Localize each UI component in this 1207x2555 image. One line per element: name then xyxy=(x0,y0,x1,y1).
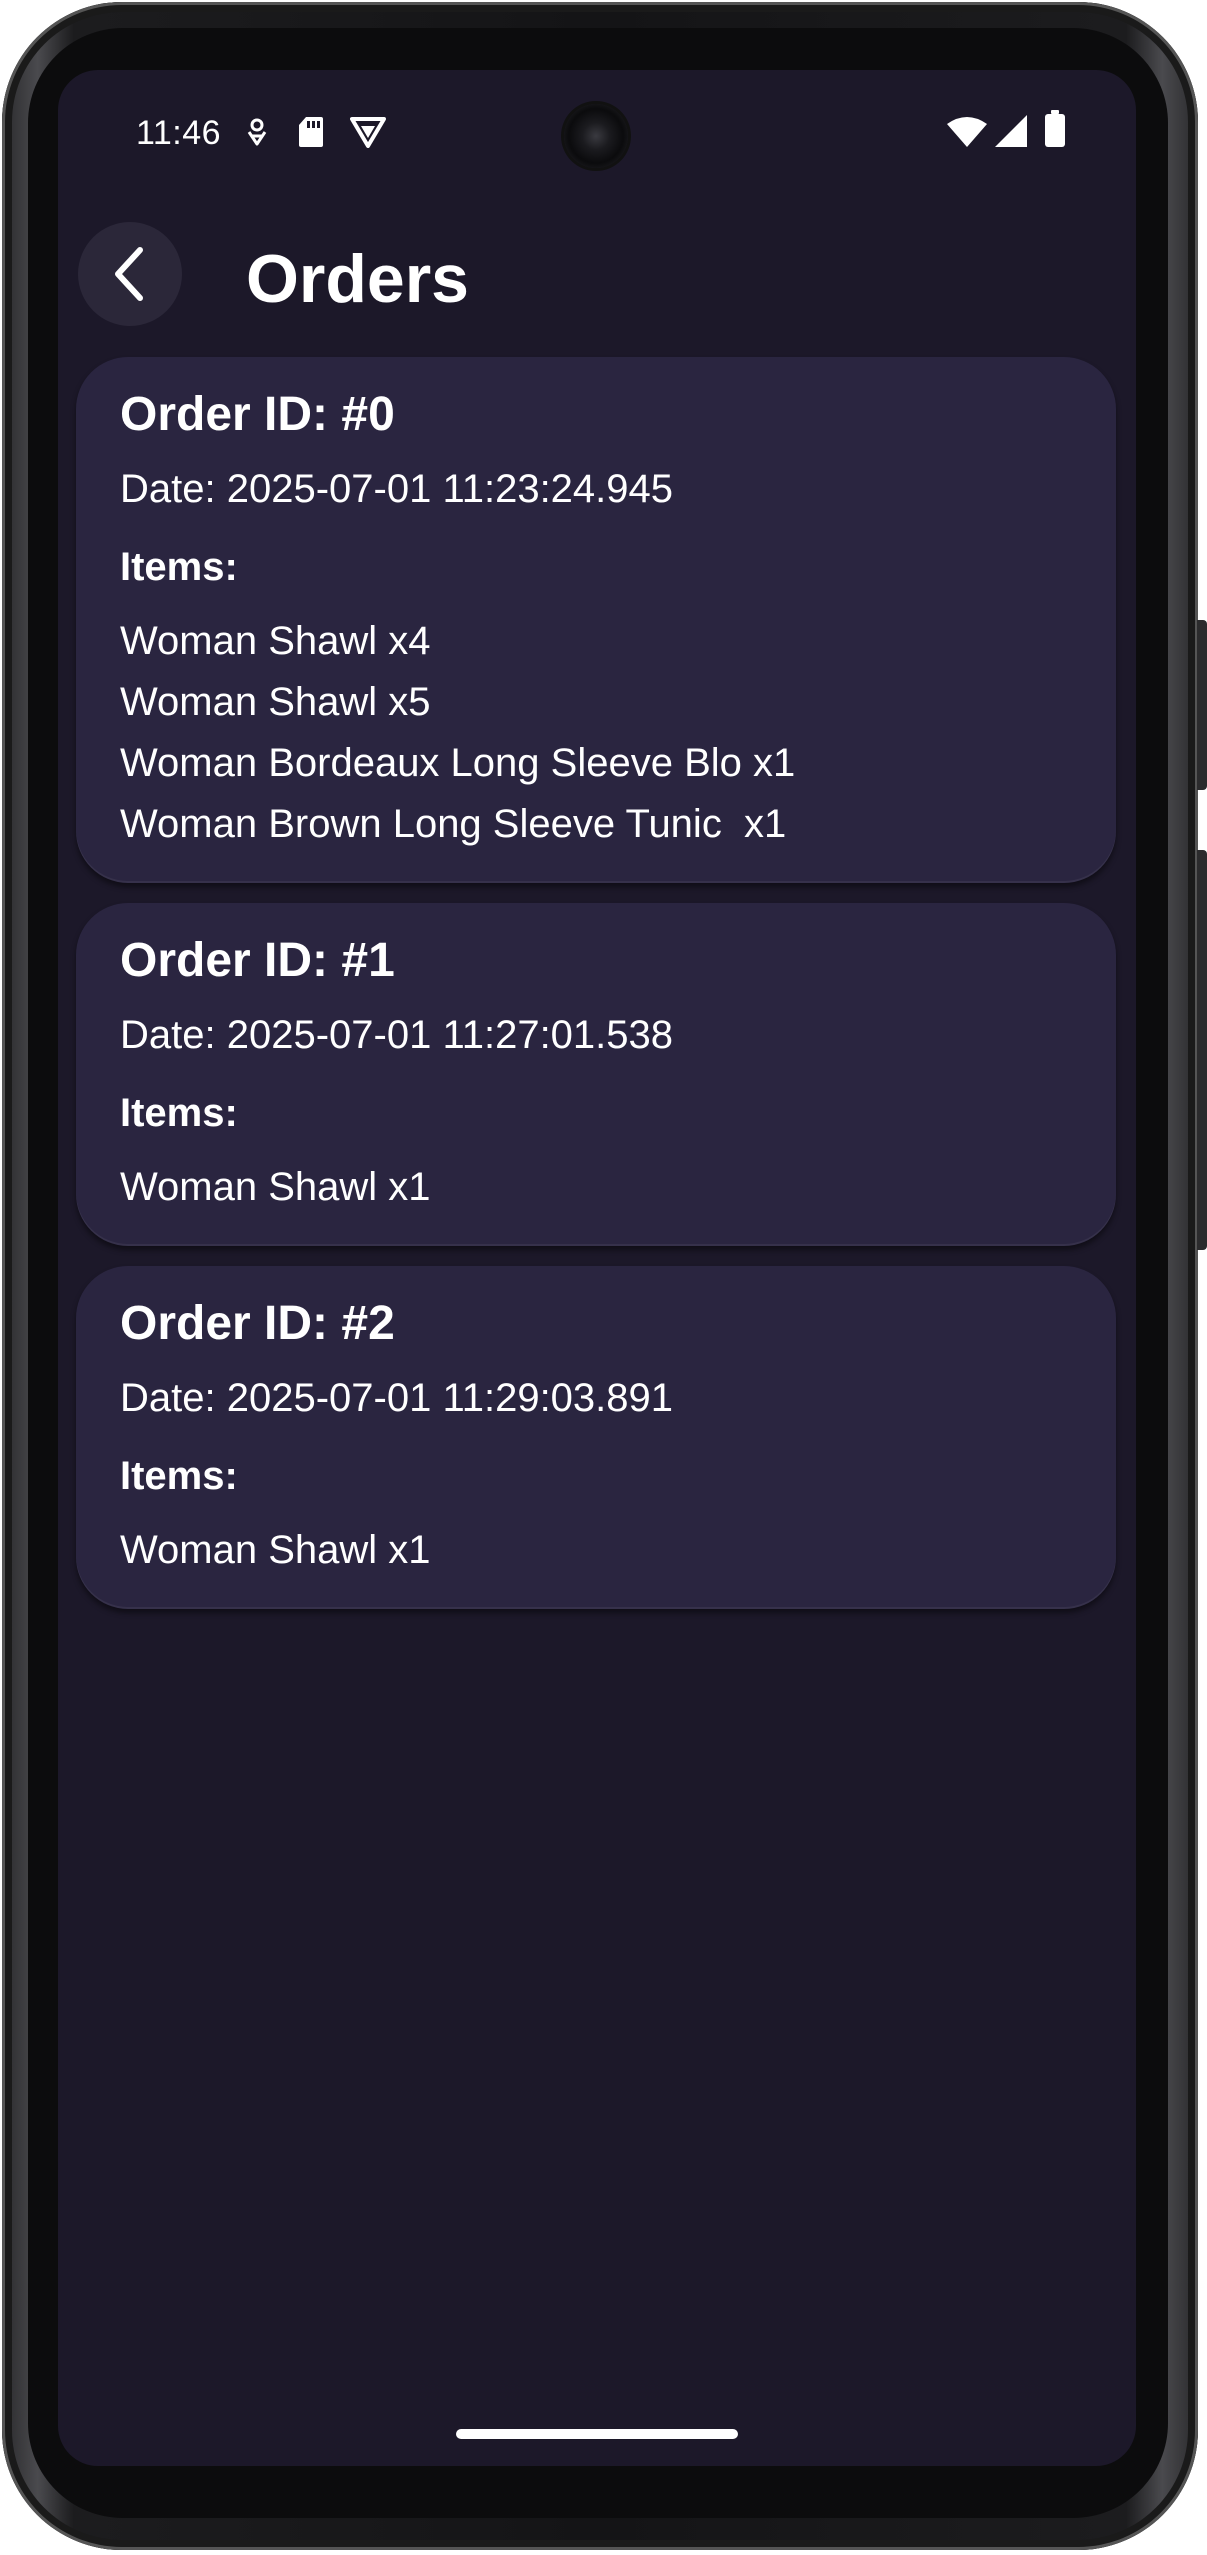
order-item: Woman Bordeaux Long Sleeve Blo x1 xyxy=(120,741,796,785)
order-id: Order ID: #1 xyxy=(120,934,395,987)
order-item: Woman Shawl x1 xyxy=(120,1165,431,1209)
back-button[interactable] xyxy=(78,222,182,326)
order-id: Order ID: #2 xyxy=(120,1297,395,1350)
order-date: Date: 2025-07-01 11:23:24.945 xyxy=(120,467,674,511)
order-id: Order ID: #0 xyxy=(120,388,395,441)
app-bar: Orders xyxy=(58,220,1136,340)
orders-list: Order ID: #0 Date: 2025-07-01 11:23:24.9… xyxy=(76,357,1116,1629)
items-label: Items: xyxy=(120,545,238,589)
order-date: Date: 2025-07-01 11:27:01.538 xyxy=(120,1013,674,1057)
sd-card-icon xyxy=(299,117,323,147)
wifi-icon xyxy=(947,117,987,147)
order-date: Date: 2025-07-01 11:29:03.891 xyxy=(120,1376,674,1420)
order-card[interactable]: Order ID: #0 Date: 2025-07-01 11:23:24.9… xyxy=(76,357,1116,883)
order-item: Woman Shawl x5 xyxy=(120,680,431,724)
vpn-shield-icon xyxy=(350,117,386,148)
order-item: Woman Brown Long Sleeve Tunic x1 xyxy=(120,802,787,846)
power-button xyxy=(1197,850,1207,1250)
cellular-signal-icon xyxy=(995,115,1027,147)
order-item: Woman Shawl x1 xyxy=(120,1528,431,1572)
location-icon xyxy=(247,118,267,146)
status-bar: 11:46 xyxy=(58,70,1136,200)
battery-icon xyxy=(1045,110,1065,147)
back-arrow-icon xyxy=(115,247,143,301)
phone-device: 11:46 Orders Order ID: #0 Date: 2025-07-… xyxy=(0,0,1207,2555)
app-screen: 11:46 Orders Order ID: #0 Date: 2025-07-… xyxy=(58,70,1136,2466)
volume-button xyxy=(1197,620,1207,790)
order-card[interactable]: Order ID: #2 Date: 2025-07-01 11:29:03.8… xyxy=(76,1266,1116,1609)
status-time: 11:46 xyxy=(136,114,222,152)
home-indicator[interactable] xyxy=(456,2429,738,2439)
front-camera xyxy=(564,104,628,168)
items-label: Items: xyxy=(120,1091,238,1135)
order-card[interactable]: Order ID: #1 Date: 2025-07-01 11:27:01.5… xyxy=(76,903,1116,1246)
items-label: Items: xyxy=(120,1454,238,1498)
order-item: Woman Shawl x4 xyxy=(120,619,431,663)
page-title: Orders xyxy=(246,241,469,317)
